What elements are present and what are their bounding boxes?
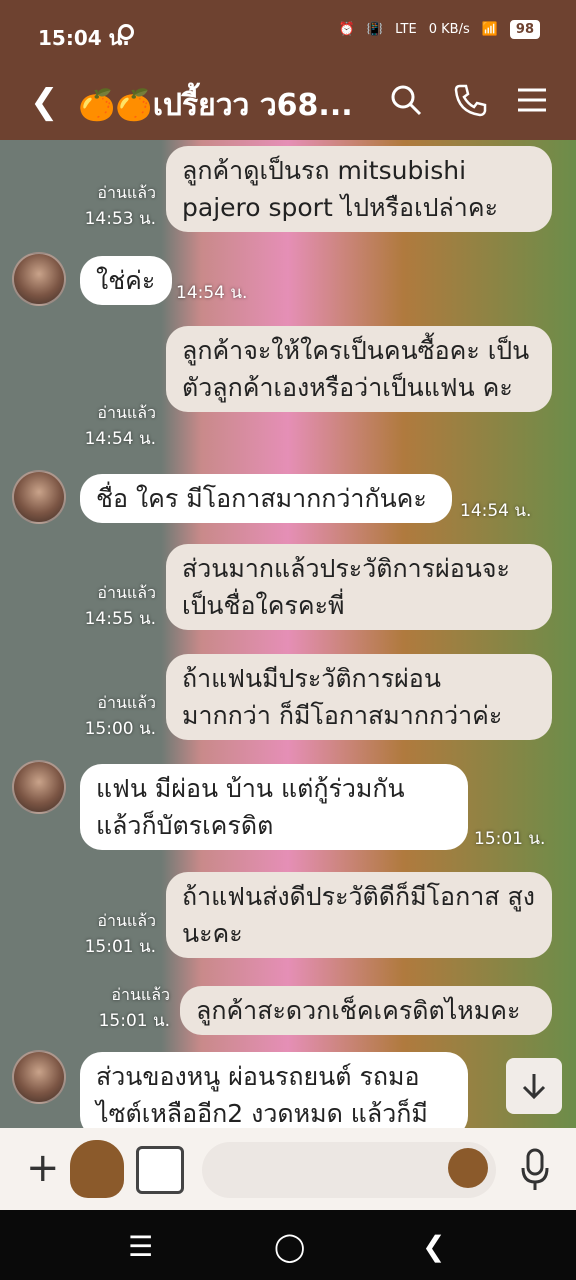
status-time: 15:04 น.: [38, 26, 130, 50]
home-icon[interactable]: ◯: [274, 1230, 305, 1263]
menu-icon[interactable]: [514, 82, 550, 118]
sticker-button[interactable]: [70, 1140, 124, 1198]
data-rate: 0 KB/s: [428, 22, 470, 37]
emoji-icon[interactable]: [448, 1148, 488, 1188]
network-type: LTE: [395, 22, 417, 37]
read-status: อ่านแล้ว: [97, 911, 156, 930]
message-time: 15:01 น.: [84, 937, 156, 957]
message-bubble[interactable]: ลูกค้าสะดวกเช็คเครดิตไหมคะ: [180, 986, 552, 1035]
message-meta: อ่านแล้ว 14:53 น.: [70, 180, 156, 232]
recent-apps-icon[interactable]: ☰: [128, 1230, 153, 1263]
gallery-icon[interactable]: [136, 1146, 184, 1194]
alarm-icon: ⏰: [338, 22, 355, 37]
message-bubble[interactable]: ชื่อ ใคร มีโอกาสมากกว่ากันคะ: [80, 474, 452, 523]
avatar[interactable]: [12, 1050, 66, 1104]
plus-icon[interactable]: +: [26, 1148, 60, 1188]
wifi-icon: 📶: [481, 22, 498, 37]
message-time: 15:01 น.: [474, 829, 546, 849]
avatar[interactable]: [12, 760, 66, 814]
message-bubble[interactable]: ถ้าแฟนส่งดีประวัติดีก็มีโอกาส สูงนะคะ: [166, 872, 552, 958]
chat-title[interactable]: 🍊🍊เปรี้ยวว ว68...: [78, 82, 353, 129]
message-bubble[interactable]: ส่วนของหนู ผ่อนรถยนต์ รถมอ ไซต์เหลืออีก2…: [80, 1052, 468, 1128]
arrow-down-icon: [522, 1074, 546, 1100]
scroll-to-bottom-button[interactable]: [506, 1058, 562, 1114]
message-bubble[interactable]: ใช่ค่ะ: [80, 256, 172, 305]
message-bubble[interactable]: ลูกค้าดูเป็นรถ mitsubishi pajero sport ไ…: [166, 146, 552, 232]
read-status: อ่านแล้ว: [97, 183, 156, 202]
read-status: อ่านแล้ว: [97, 693, 156, 712]
message-bubble[interactable]: ส่วนมากแล้วประวัติการผ่อนจะ เป็นชื่อใครค…: [166, 544, 552, 630]
system-nav-bar: ☰ ◯ ❮: [0, 1210, 576, 1280]
chrome-icon: [118, 24, 134, 40]
back-button[interactable]: ❮: [30, 82, 59, 122]
chat-area[interactable]: ลูกค้าดูเป็นรถ mitsubishi pajero sport ไ…: [0, 140, 576, 1128]
message-time: 15:00 น.: [84, 719, 156, 739]
message-bubble[interactable]: ถ้าแฟนมีประวัติการผ่อน มากกว่า ก็มีโอกาส…: [166, 654, 552, 740]
message-bubble[interactable]: ลูกค้าจะให้ใครเป็นคนซื้อคะ เป็นตัวลูกค้า…: [166, 326, 552, 412]
message-input-bar: +: [0, 1128, 576, 1210]
message-meta: อ่านแล้ว 14:54 น.: [70, 400, 156, 452]
microphone-icon[interactable]: [520, 1148, 550, 1192]
message-time: 14:54 น.: [84, 429, 156, 449]
phone-icon[interactable]: [452, 82, 488, 118]
message-meta: อ่านแล้ว 15:00 น.: [70, 690, 156, 742]
message-time: 15:01 น.: [98, 1011, 170, 1031]
search-icon[interactable]: [388, 82, 424, 118]
back-nav-icon[interactable]: ❮: [422, 1230, 445, 1263]
read-status: อ่านแล้ว: [97, 403, 156, 422]
message-time: 14:54 น.: [176, 283, 248, 303]
avatar[interactable]: [12, 470, 66, 524]
battery-indicator: 98: [509, 20, 540, 39]
message-meta: อ่านแล้ว 15:01 น.: [70, 908, 156, 960]
status-icons: ⏰ 📳 LTE 0 KB/s 📶 98: [339, 20, 540, 39]
read-status: อ่านแล้ว: [97, 583, 156, 602]
message-time: 14:54 น.: [460, 501, 532, 521]
message-time: 14:55 น.: [84, 609, 156, 629]
avatar[interactable]: [12, 252, 66, 306]
message-time: 14:53 น.: [84, 209, 156, 229]
message-meta: อ่านแล้ว 14:55 น.: [70, 580, 156, 632]
vibrate-icon: 📳: [366, 22, 384, 37]
message-meta: อ่านแล้ว 15:01 น.: [84, 982, 170, 1034]
read-status: อ่านแล้ว: [111, 985, 170, 1004]
chat-header: ❮ 🍊🍊เปรี้ยวว ว68...: [0, 64, 576, 140]
status-bar: 15:04 น. ⏰ 📳 LTE 0 KB/s 📶 98: [0, 0, 576, 64]
message-bubble[interactable]: แฟน มีผ่อน บ้าน แต่กู้ร่วมกัน แล้วก็บัตร…: [80, 764, 468, 850]
